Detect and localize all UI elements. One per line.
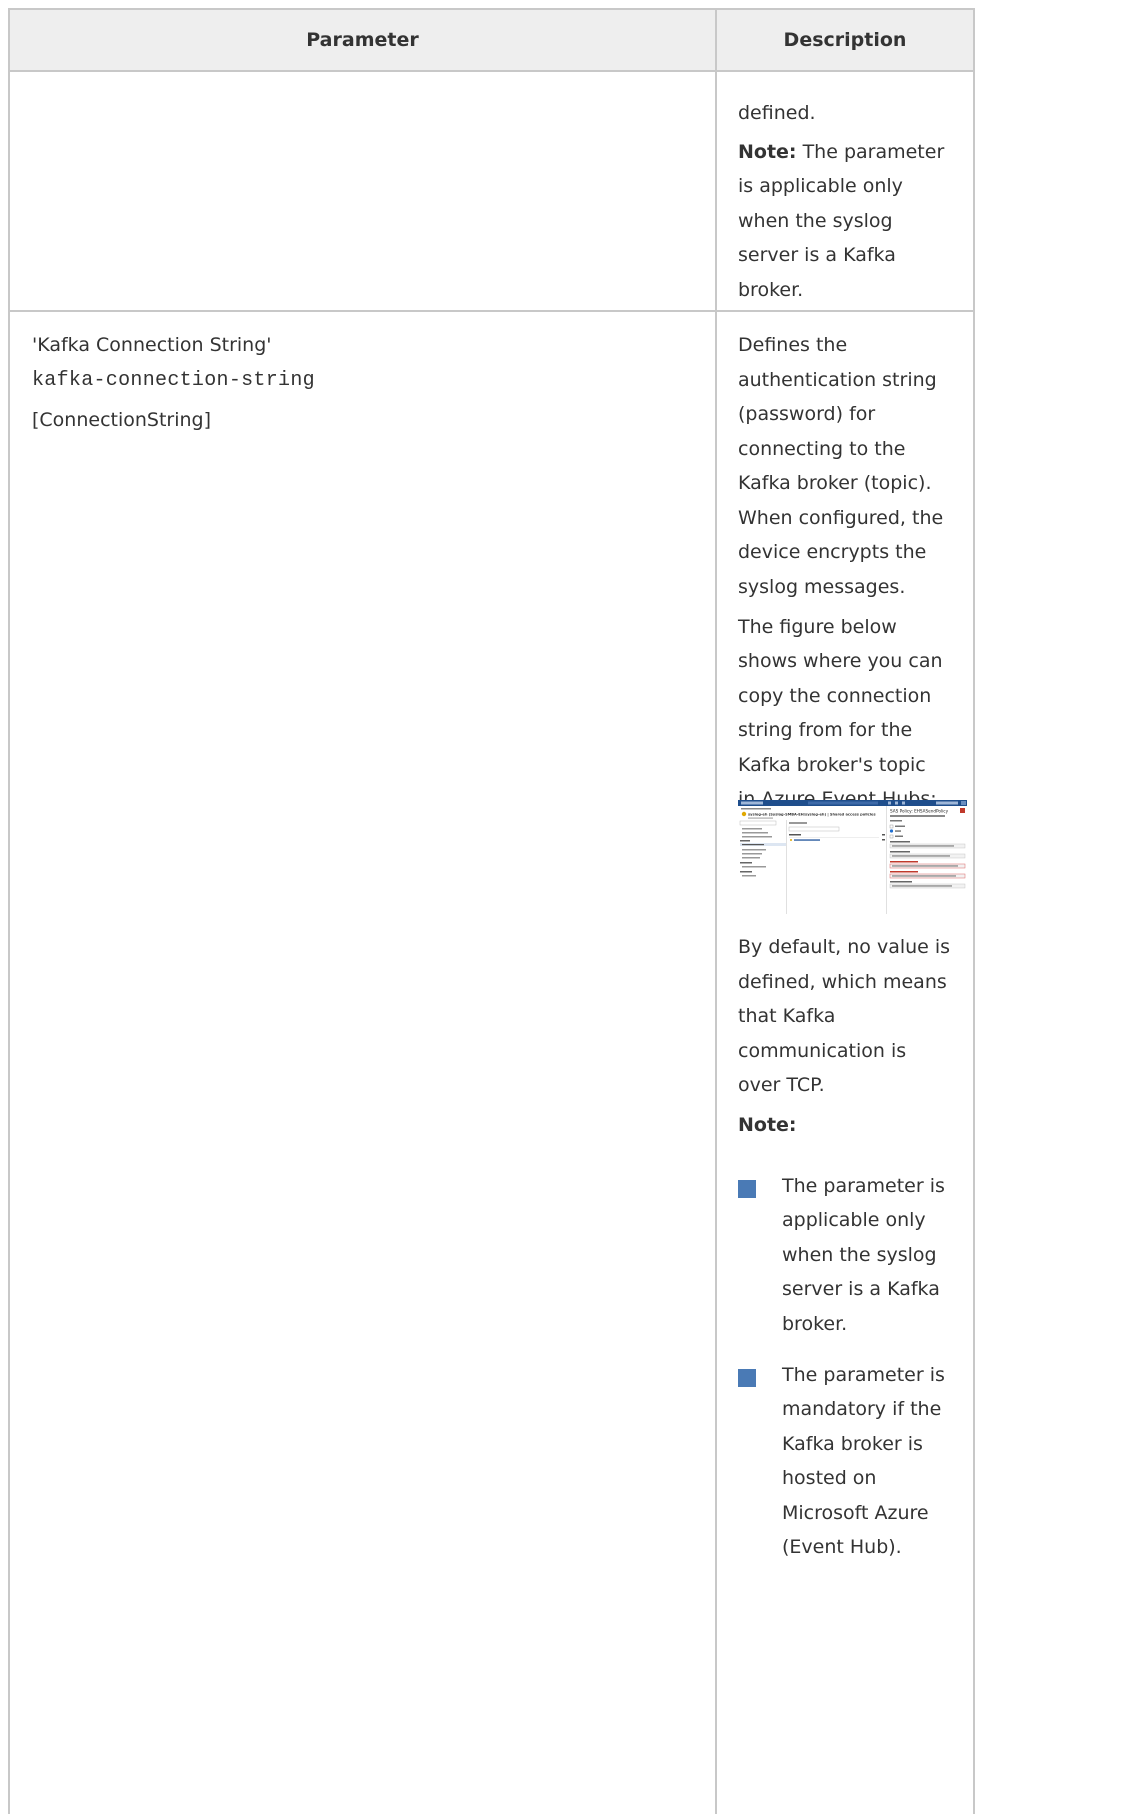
desc-line: (password) for — [738, 403, 876, 425]
figure-breadcrumb: syslog-eh (Syslog-SMBA-EH/syslog-eh) | S… — [748, 813, 876, 817]
table-header: Parameter Description — [10, 10, 973, 72]
bullet2-line: mandatory if the — [782, 1398, 942, 1420]
note-text: Note: The parameter — [738, 135, 944, 170]
default-line: communication is — [738, 1040, 907, 1062]
default-line: defined, which means — [738, 971, 947, 993]
bullet1-line: server is a Kafka — [782, 1278, 940, 1300]
desc-line: device encrypts the — [738, 541, 927, 563]
table-row: 'Kafka Connection String' kafka-connecti… — [10, 312, 973, 1814]
figure-panel-title: SAS Policy: EHSASendPolicy — [890, 809, 949, 814]
bullet-square-icon — [738, 1180, 756, 1198]
note-line: broker. — [738, 279, 804, 301]
param-ini: [ConnectionString] — [32, 409, 212, 431]
table-row: defined. Note: The parameter is applicab… — [10, 72, 973, 312]
note-label: Note: — [738, 1114, 797, 1136]
param-name: 'Kafka Connection String' — [32, 334, 272, 356]
bullet1-line: applicable only — [782, 1209, 926, 1231]
desc-line: shows where you can — [738, 650, 943, 672]
bullet1-line: when the syslog — [782, 1244, 937, 1266]
parameter-table: Parameter Description defined. Note: The… — [8, 8, 975, 1814]
bullet2-line: Microsoft Azure — [782, 1502, 929, 1524]
desc-line: Defines the — [738, 334, 848, 356]
azure-portal-screenshot: syslog-eh (Syslog-SMBA-EH/syslog-eh) | S… — [738, 800, 967, 914]
default-line: that Kafka — [738, 1005, 836, 1027]
description-cell: Defines the authentication string (passw… — [717, 312, 973, 1814]
bullet2-line: The parameter is — [782, 1364, 945, 1386]
note-line: when the syslog — [738, 210, 893, 232]
bullet2-line: hosted on — [782, 1467, 877, 1489]
desc-line: copy the connection — [738, 685, 932, 707]
bullet2-line: Kafka broker is — [782, 1433, 923, 1455]
default-line: By default, no value is — [738, 936, 951, 958]
bullet1-line: The parameter is — [782, 1175, 945, 1197]
azure-screenshot-image: syslog-eh (Syslog-SMBA-EH/syslog-eh) | S… — [738, 800, 967, 914]
desc-line: syslog messages. — [738, 576, 906, 598]
parameter-cell: 'Kafka Connection String' kafka-connecti… — [10, 312, 717, 1814]
parameter-cell — [10, 72, 717, 310]
desc-line: string from for the — [738, 719, 913, 741]
desc-line: Kafka broker (topic). — [738, 472, 932, 494]
desc-text: defined. — [738, 102, 816, 124]
header-parameter: Parameter — [10, 10, 717, 70]
desc-line: When configured, the — [738, 507, 944, 529]
param-cli: kafka-connection-string — [32, 369, 315, 392]
description-cell: defined. Note: The parameter is applicab… — [717, 72, 973, 310]
bullet1-line: broker. — [782, 1313, 848, 1335]
bullet-square-icon — [738, 1369, 756, 1387]
desc-line: connecting to the — [738, 438, 906, 460]
note-first: The parameter — [796, 141, 945, 163]
note-line: server is a Kafka — [738, 244, 896, 266]
bullet2-line: (Event Hub). — [782, 1536, 902, 1558]
header-description: Description — [783, 29, 907, 51]
desc-line: authentication string — [738, 369, 937, 391]
desc-line: The figure below — [738, 616, 897, 638]
default-line: over TCP. — [738, 1074, 825, 1096]
desc-line: Kafka broker's topic — [738, 754, 926, 776]
note-label: Note: — [738, 141, 797, 163]
note-line: is applicable only — [738, 175, 903, 197]
